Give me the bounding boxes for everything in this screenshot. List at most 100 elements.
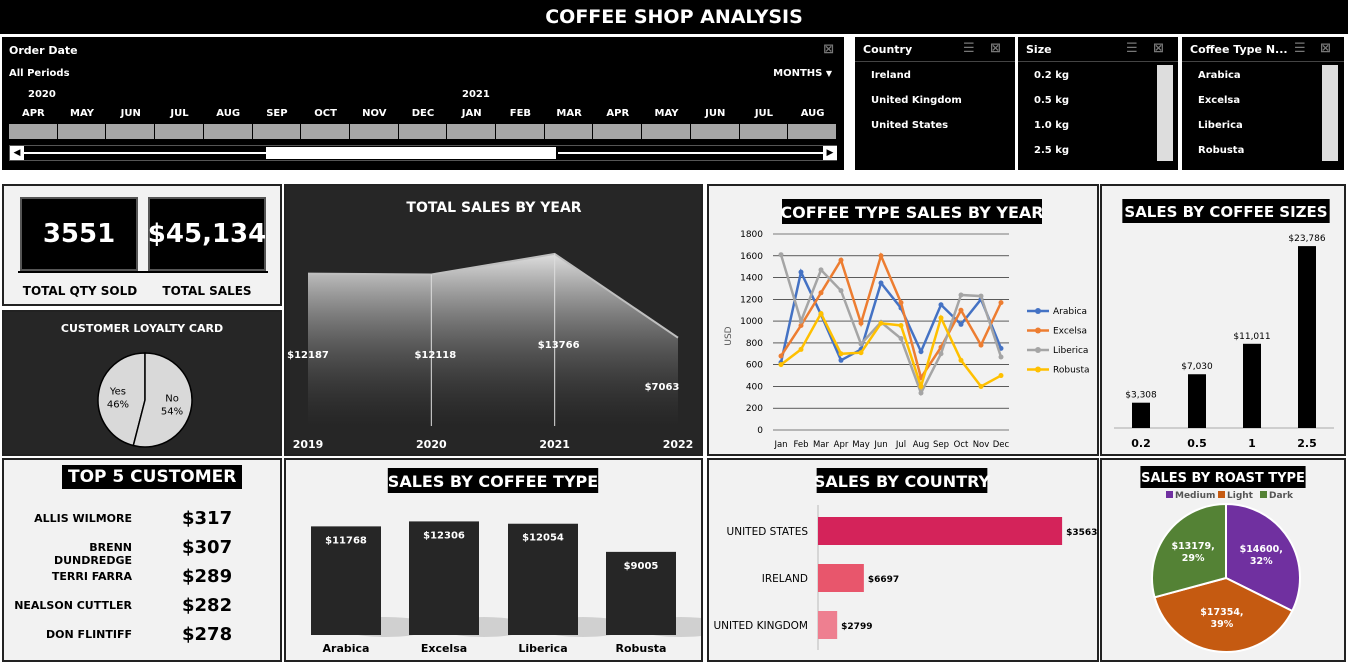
timeline-cell[interactable] [642, 124, 691, 139]
slicer-item[interactable]: 0.5 kg [1034, 95, 1069, 106]
data-label: $3,308 [1125, 391, 1157, 401]
x-tick-label: 1 [1248, 437, 1256, 450]
scroll-thumb[interactable] [266, 147, 556, 159]
multi-select-icon[interactable]: ☰ [1126, 41, 1138, 56]
country-slicer[interactable]: Country ☰ ⊠ Ireland United Kingdom Unite… [855, 37, 1015, 170]
timeline-month: APR [606, 108, 630, 119]
timeline-cell[interactable] [545, 124, 594, 139]
slicer-title: Coffee Type N... [1190, 43, 1288, 56]
slice-label: $13179, [1171, 541, 1214, 552]
data-label: $11768 [325, 535, 367, 546]
legend-marker [1035, 366, 1041, 373]
data-label: $7063 [645, 382, 680, 393]
y-tick-label: UNITED STATES [727, 526, 809, 538]
data-point [858, 341, 864, 347]
loyalty-card-panel: CUSTOMER LOYALTY CARD Yes 46% No 54% [2, 310, 282, 456]
timeline-cell[interactable] [788, 124, 837, 139]
timeline-unit-dropdown[interactable]: MONTHS ▼ [773, 68, 832, 79]
data-point [998, 354, 1004, 360]
bar [1298, 246, 1316, 428]
slicer-item[interactable]: Liberica [1198, 120, 1243, 131]
slice-label: 54% [161, 406, 183, 417]
slicer-item[interactable]: Robusta [1198, 145, 1244, 156]
timeline-cell[interactable] [253, 124, 302, 139]
coffee-sizes-panel: SALES BY COFFEE SIZES $3,308 0.2 $7,030 0.5 $… [1100, 184, 1346, 456]
slicer-item[interactable]: 2.5 kg [1034, 145, 1069, 156]
clear-filter-icon[interactable]: ⊠ [990, 41, 1001, 56]
data-point [858, 350, 864, 356]
timeline-cell[interactable] [447, 124, 497, 139]
clear-filter-icon[interactable]: ⊠ [823, 42, 834, 57]
x-tick-label: May [852, 440, 870, 450]
timeline-unit-label: MONTHS [773, 68, 823, 79]
data-label: $2799 [841, 622, 872, 632]
legend-marker [1035, 347, 1041, 353]
timeline-month: AUG [800, 108, 825, 119]
timeline-cell[interactable] [593, 124, 643, 139]
slicer-item[interactable]: Excelsa [1198, 95, 1240, 106]
x-tick-label: Jul [895, 440, 906, 450]
dashboard-title: COFFEE SHOP ANALYSIS [0, 0, 1348, 34]
roast-type-pie-chart: SALES BY ROAST TYPE Medium Light Dark $14600… [1140, 466, 1306, 653]
slicer-item[interactable]: United States [871, 120, 948, 131]
timeline-periods: All Periods [9, 68, 70, 79]
timeline-cell[interactable] [204, 124, 253, 139]
multi-select-icon[interactable]: ☰ [1294, 41, 1306, 56]
x-tick-label: Sep [933, 440, 949, 450]
legend-label: Arabica [1053, 307, 1087, 317]
size-slicer[interactable]: Size ☰ ⊠ 0.2 kg 0.5 kg 1.0 kg 2.5 kg [1018, 37, 1178, 170]
timeline-cell[interactable] [399, 124, 448, 139]
data-point [978, 342, 984, 348]
y-tick-label: 200 [746, 404, 763, 414]
data-point [998, 373, 1004, 379]
customer-name: ALLIS WILMORE [34, 512, 132, 525]
scroll-right-icon[interactable]: ▶ [823, 146, 837, 160]
timeline-cell[interactable] [106, 124, 156, 139]
data-point [778, 252, 784, 258]
y-tick-label: 400 [746, 382, 763, 392]
multi-select-icon[interactable]: ☰ [963, 41, 975, 56]
order-date-timeline[interactable]: Order Date ⊠ All Periods MONTHS ▼ 2020 2… [2, 37, 844, 170]
timeline-month: JUL [170, 108, 189, 119]
slicer-item[interactable]: 0.2 kg [1034, 70, 1069, 81]
data-point [978, 293, 984, 299]
timeline-month: JAN [461, 108, 482, 119]
dropdown-arrow-icon: ▼ [825, 69, 832, 78]
y-tick-label: UNITED KINGDOM [714, 620, 809, 632]
clear-filter-icon[interactable]: ⊠ [1320, 41, 1331, 56]
customer-value: $307 [182, 537, 233, 558]
timeline-year: 2021 [462, 89, 490, 100]
customer-name: DON FLINTIFF [46, 628, 132, 641]
chart-title: SALES BY COUNTRY [814, 472, 991, 491]
timeline-cell[interactable] [301, 124, 350, 139]
timeline-cell[interactable] [350, 124, 399, 139]
data-point [918, 349, 924, 355]
timeline-cell[interactable] [496, 124, 545, 139]
slicer-item[interactable]: United Kingdom [871, 95, 962, 106]
legend-swatch [1260, 491, 1267, 498]
timeline-cell[interactable] [58, 124, 107, 139]
bar [1132, 402, 1150, 428]
slicer-item[interactable]: 1.0 kg [1034, 120, 1069, 131]
data-point [978, 383, 984, 389]
legend-marker [1035, 327, 1041, 334]
data-point [798, 346, 804, 352]
coffee-type-slicer[interactable]: Coffee Type N... ☰ ⊠ Arabica Excelsa Lib… [1182, 37, 1344, 170]
timeline-month: APR [21, 108, 45, 119]
clear-filter-icon[interactable]: ⊠ [1153, 41, 1164, 56]
timeline-cell[interactable] [691, 124, 740, 139]
timeline-cell[interactable] [740, 124, 789, 139]
data-point [938, 351, 944, 357]
timeline-cell[interactable] [9, 124, 58, 139]
data-point [818, 290, 824, 296]
timeline-year: 2020 [28, 89, 56, 100]
slicer-scrollbar[interactable] [1157, 65, 1173, 161]
slicer-item[interactable]: Ireland [871, 70, 911, 81]
scroll-left-icon[interactable]: ◀ [10, 146, 24, 160]
timeline-track[interactable] [9, 124, 837, 139]
timeline-cell[interactable] [155, 124, 204, 139]
slicer-scrollbar[interactable] [1322, 65, 1338, 161]
x-tick-label: 2022 [663, 438, 694, 451]
slicer-item[interactable]: Arabica [1198, 70, 1241, 81]
sales-by-year-chart: TOTAL SALES BY YEAR $12187 2019 $12118 2020 $… [287, 200, 694, 451]
